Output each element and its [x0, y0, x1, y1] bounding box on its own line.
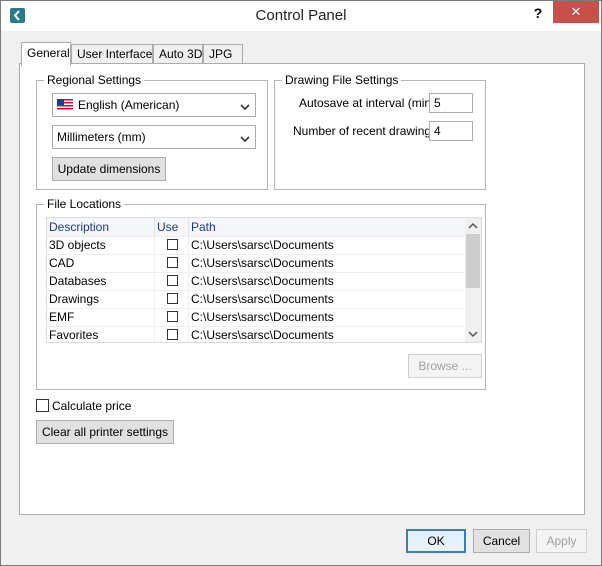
us-flag-icon [57, 95, 73, 117]
use-checkbox[interactable] [167, 257, 178, 268]
column-header-path[interactable]: Path [189, 218, 467, 236]
row-path: C:\Users\sarsc\Documents [191, 292, 334, 306]
row-path: C:\Users\sarsc\Documents [191, 238, 334, 252]
units-value: Millimeters (mm) [57, 130, 146, 144]
tab-general[interactable]: General [21, 42, 71, 66]
drawing-file-settings-label: Drawing File Settings [282, 73, 402, 87]
tab-user-interface[interactable]: User Interface [71, 44, 153, 65]
help-button[interactable]: ? [525, 3, 551, 25]
row-use-cell [155, 291, 189, 308]
units-select[interactable]: Millimeters (mm) [52, 125, 256, 149]
table-row[interactable]: EMF C:\Users\sarsc\Documents [47, 308, 467, 326]
row-use-cell [155, 309, 189, 326]
language-value: English (American) [78, 98, 180, 112]
row-description: EMF [47, 309, 155, 326]
general-tab-panel: Regional Settings English (American) Mil… [19, 63, 585, 515]
row-path: C:\Users\sarsc\Documents [191, 256, 334, 270]
chevron-down-icon [239, 98, 251, 120]
row-use-cell [155, 327, 189, 342]
use-checkbox[interactable] [167, 311, 178, 322]
regional-settings-group: Regional Settings English (American) Mil… [36, 73, 268, 190]
use-checkbox[interactable] [167, 329, 178, 340]
language-select[interactable]: English (American) [52, 93, 256, 117]
browse-button[interactable]: Browse ... [408, 354, 482, 378]
list-scrollbar[interactable] [465, 218, 481, 342]
calculate-price-label: Calculate price [52, 399, 132, 413]
cancel-button[interactable]: Cancel [473, 529, 530, 553]
row-use-cell [155, 255, 189, 272]
row-use-cell [155, 273, 189, 290]
table-row[interactable]: CAD C:\Users\sarsc\Documents [47, 254, 467, 272]
calculate-price-checkbox[interactable]: Calculate price [36, 399, 131, 413]
scroll-thumb[interactable] [466, 234, 480, 288]
update-dimensions-button[interactable]: Update dimensions [52, 157, 166, 181]
tab-auto-3d[interactable]: Auto 3D [153, 44, 203, 65]
row-path: C:\Users\sarsc\Documents [191, 274, 334, 288]
row-description: Drawings [47, 291, 155, 308]
close-button[interactable]: ✕ [553, 1, 599, 23]
row-path: C:\Users\sarsc\Documents [191, 328, 334, 342]
use-checkbox[interactable] [167, 275, 178, 286]
recent-drawings-input[interactable]: 4 [429, 121, 473, 141]
drawing-file-settings-group: Drawing File Settings Autosave at interv… [274, 73, 486, 190]
tab-jpg[interactable]: JPG [203, 44, 243, 65]
row-path: C:\Users\sarsc\Documents [191, 310, 334, 324]
autosave-input[interactable]: 5 [429, 93, 473, 113]
use-checkbox[interactable] [167, 239, 178, 250]
row-description: Favorites [47, 327, 155, 342]
chevron-down-icon [239, 130, 251, 152]
table-row[interactable]: Databases C:\Users\sarsc\Documents [47, 272, 467, 290]
column-header-use[interactable]: Use [155, 218, 189, 236]
scroll-down-icon[interactable] [465, 326, 481, 342]
row-use-cell [155, 237, 189, 254]
title-bar[interactable]: Control Panel ? ✕ [1, 1, 601, 31]
clear-printer-settings-button[interactable]: Clear all printer settings [36, 420, 174, 444]
table-row[interactable]: Favorites C:\Users\sarsc\Documents [47, 326, 467, 342]
regional-settings-label: Regional Settings [44, 73, 145, 87]
row-description: CAD [47, 255, 155, 272]
table-row[interactable]: 3D objects C:\Users\sarsc\Documents [47, 236, 467, 254]
column-header-description[interactable]: Description [47, 218, 155, 236]
control-panel-window: Control Panel ? ✕ General User Interface… [0, 0, 602, 566]
recent-drawings-label: Number of recent drawings [293, 124, 438, 138]
checkbox-box[interactable] [36, 399, 49, 412]
scroll-up-icon[interactable] [465, 218, 481, 234]
file-locations-label: File Locations [44, 197, 125, 211]
use-checkbox[interactable] [167, 293, 178, 304]
row-description: 3D objects [47, 237, 155, 254]
table-row[interactable]: Drawings C:\Users\sarsc\Documents [47, 290, 467, 308]
window-title: Control Panel [255, 7, 347, 24]
autosave-label: Autosave at interval (min) [299, 96, 436, 110]
ok-button[interactable]: OK [406, 529, 466, 553]
file-locations-list[interactable]: Description Use Path 3D objects C:\Users… [46, 217, 482, 343]
row-description: Databases [47, 273, 155, 290]
list-header: Description Use Path [47, 218, 467, 236]
apply-button[interactable]: Apply [536, 529, 587, 553]
